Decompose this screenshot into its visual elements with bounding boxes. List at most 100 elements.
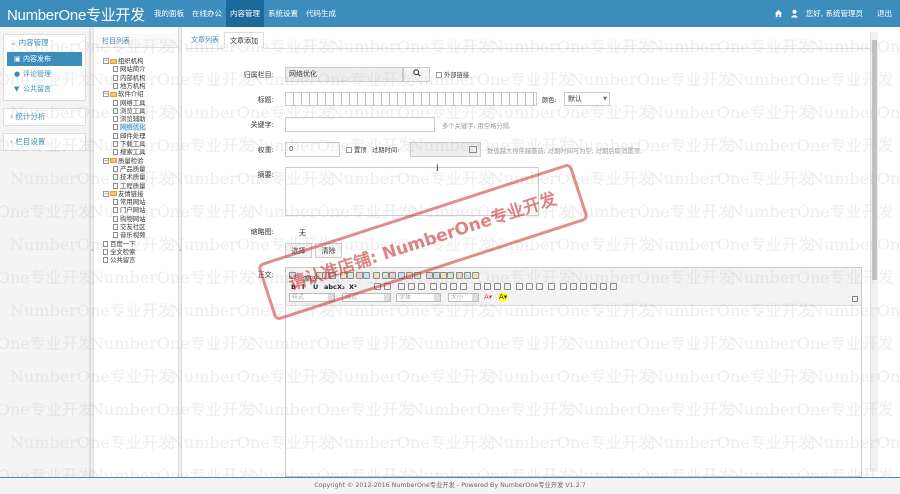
toolbar-button-icon[interactable] <box>447 272 454 279</box>
toolbar-button-icon[interactable] <box>516 283 523 290</box>
format-button-icon[interactable]: U <box>313 283 318 291</box>
tree-node[interactable]: 公共留言 <box>103 256 136 264</box>
external-link-checkbox[interactable]: 外部链接 <box>436 70 469 79</box>
top-checkbox[interactable]: 置顶 <box>346 145 367 154</box>
toolbar-button-icon[interactable] <box>289 272 296 279</box>
rich-text-editor[interactable]: 源码 样式 格式 字体 大小 A▾ A▾ B I Uabc X₂ X² <box>285 267 862 477</box>
toolbar-button-icon[interactable] <box>548 283 555 290</box>
toolbar-button-icon[interactable] <box>430 283 437 290</box>
sidebar-item-guestbook[interactable]: ▼ 公共留言 <box>7 82 82 96</box>
nav-code-generation[interactable]: 代码生成 <box>302 0 340 27</box>
toolbar-button-icon[interactable] <box>389 272 396 279</box>
tree-node[interactable]: 网络优化 <box>113 123 146 132</box>
expire-date-input[interactable] <box>410 142 481 157</box>
toolbar-button-icon[interactable] <box>450 283 457 290</box>
toolbar-button-icon[interactable] <box>580 283 587 290</box>
toolbar-button-icon[interactable] <box>382 272 389 279</box>
nav-my-panel[interactable]: 我的面板 <box>150 0 188 27</box>
toolbar-button-icon[interactable] <box>570 283 577 290</box>
tree-node[interactable]: 邮件处理 <box>113 132 146 140</box>
toolbar-button-icon[interactable] <box>398 272 405 279</box>
toolbar-button-icon[interactable] <box>590 283 597 290</box>
toolbar-button-icon[interactable] <box>373 272 380 279</box>
toolbar-button-icon[interactable] <box>363 272 370 279</box>
summary-textarea[interactable] <box>285 167 539 216</box>
app-logo[interactable]: NumberOne专业开发 <box>7 4 145 25</box>
toolbar-button-icon[interactable] <box>456 272 463 279</box>
toolbar-button-icon[interactable] <box>408 283 415 290</box>
tree-node[interactable]: 工程质量 <box>113 182 146 190</box>
toolbar-button-icon[interactable] <box>536 283 543 290</box>
format-button-icon[interactable]: B <box>291 283 296 291</box>
scrollbar-thumb[interactable] <box>872 40 877 280</box>
clear-thumbnail-button[interactable]: 清除 <box>315 243 342 258</box>
format-select[interactable]: 格式 <box>342 293 391 302</box>
source-button[interactable]: 源码 <box>303 273 316 283</box>
title-input[interactable] <box>285 92 537 106</box>
toolbar-button-icon[interactable] <box>440 272 447 279</box>
toolbar-button-icon[interactable] <box>484 283 491 290</box>
collapse-toggle-icon[interactable]: − <box>103 91 109 98</box>
toolbar-button-icon[interactable] <box>474 283 481 290</box>
background-color-icon[interactable]: A▾ <box>499 293 508 301</box>
sidebar-splitter[interactable]: ‹ <box>90 27 94 477</box>
toolbar-button-icon[interactable] <box>322 272 329 279</box>
sidebar-group-columns-header[interactable]: › 栏目设置 <box>4 134 85 150</box>
weight-input[interactable]: 0 <box>285 142 340 157</box>
color-select[interactable]: 默认 ▼ <box>564 92 610 106</box>
toolbar-button-icon[interactable] <box>504 283 511 290</box>
tree-node[interactable]: 网络工具 <box>113 99 146 107</box>
sidebar-group-stats[interactable]: › 统计分析 <box>3 108 86 126</box>
font-select[interactable]: 字体 <box>396 293 441 302</box>
tab-article-add[interactable]: 文章添加 <box>224 32 264 49</box>
toolbar-button-icon[interactable] <box>384 283 391 290</box>
toolbar-button-icon[interactable] <box>406 272 413 279</box>
tree-node[interactable]: 网站简介 <box>113 65 146 73</box>
toolbar-button-icon[interactable] <box>356 272 363 279</box>
tree-node[interactable]: 产品质量 <box>113 165 146 173</box>
tree-node[interactable]: 内部机构 <box>113 74 146 82</box>
tree-node[interactable]: 百度一下 <box>103 240 136 248</box>
category-search-button[interactable] <box>403 67 430 82</box>
toolbar-button-icon[interactable] <box>464 272 471 279</box>
greeting[interactable]: 您好, 系统管理员 <box>806 8 863 19</box>
tree-node[interactable]: 购物网站 <box>113 215 146 223</box>
sidebar-group-stats-header[interactable]: › 统计分析 <box>4 109 85 125</box>
toolbar-button-icon[interactable] <box>560 283 567 290</box>
toolbar-button-icon[interactable] <box>610 283 617 290</box>
collapse-toggle-icon[interactable]: − <box>103 190 109 197</box>
toolbar-button-icon[interactable] <box>347 272 354 279</box>
toolbar-button-icon[interactable] <box>414 272 421 279</box>
home-icon[interactable] <box>774 9 784 19</box>
size-select[interactable]: 大小 <box>448 293 479 302</box>
format-button-icon[interactable]: X² <box>349 283 357 291</box>
format-button-icon[interactable]: abc <box>324 283 337 291</box>
vertical-scrollbar[interactable] <box>870 32 878 472</box>
toolbar-button-icon[interactable] <box>329 272 336 279</box>
sidebar-item-content-publish[interactable]: ▣ 内容发布 <box>7 52 82 66</box>
collapse-toggle-icon[interactable]: − <box>103 58 109 64</box>
collapse-toggle-icon[interactable]: − <box>103 157 109 164</box>
sidebar-group-columns[interactable]: › 栏目设置 <box>3 133 86 151</box>
tree-node[interactable]: 门户网站 <box>113 206 146 214</box>
format-button-icon[interactable]: I <box>302 283 304 291</box>
sidebar-item-comments[interactable]: ● 评论管理 <box>7 67 82 81</box>
calendar-icon[interactable] <box>469 146 477 153</box>
nav-online-office[interactable]: 在线办公 <box>188 0 226 27</box>
user-icon[interactable] <box>790 9 800 19</box>
toolbar-button-icon[interactable] <box>398 283 405 290</box>
select-thumbnail-button[interactable]: 选择 <box>285 243 312 258</box>
toolbar-button-icon[interactable] <box>340 272 347 279</box>
style-select[interactable]: 样式 <box>289 293 335 302</box>
toolbar-button-icon[interactable] <box>472 272 479 279</box>
tree-node[interactable]: 地方机构 <box>113 82 146 90</box>
toolbar-button-icon[interactable] <box>440 283 447 290</box>
keywords-input[interactable] <box>285 117 435 132</box>
nav-system-settings[interactable]: 系统设置 <box>264 0 302 27</box>
tree-node[interactable]: 音乐视频 <box>113 231 146 239</box>
tree-node[interactable]: − 质量检验 <box>103 157 144 165</box>
tab-article-list[interactable]: 文章列表 <box>186 32 224 49</box>
tree-node[interactable]: − 软件介绍 <box>103 90 144 98</box>
tree-node[interactable]: 浏览工具 <box>113 107 146 115</box>
logout-link[interactable]: 退出 <box>877 8 892 19</box>
